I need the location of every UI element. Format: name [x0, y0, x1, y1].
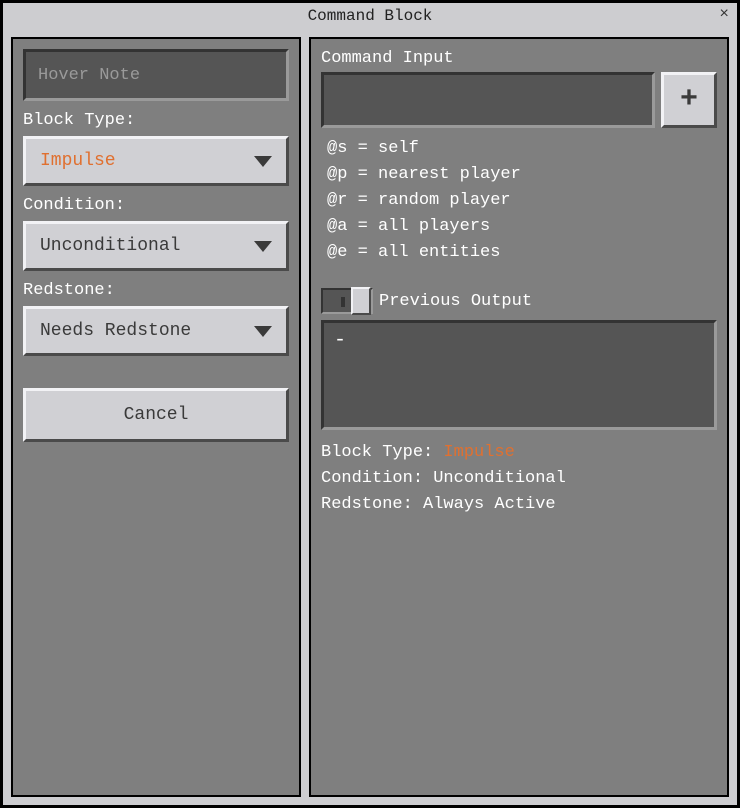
previous-output-row: Previous Output	[321, 288, 717, 314]
command-input[interactable]	[321, 72, 655, 128]
condition-value: Unconditional	[40, 236, 180, 256]
redstone-label: Redstone:	[23, 281, 289, 300]
status-block-type: Block Type: Impulse	[321, 440, 717, 466]
selector-help: @s = self @p = nearest player @r = rando…	[321, 136, 717, 266]
help-line: @s = self	[327, 136, 717, 162]
title-bar: Command Block ×	[3, 3, 737, 29]
redstone-value: Needs Redstone	[40, 321, 191, 341]
chevron-down-icon	[254, 326, 272, 337]
previous-output-box: -	[321, 320, 717, 430]
status-block-type-label: Block Type:	[321, 443, 443, 462]
status-block: Block Type: Impulse Condition: Unconditi…	[321, 440, 717, 518]
condition-label: Condition:	[23, 196, 289, 215]
left-panel: Block Type: Impulse Condition: Unconditi…	[11, 37, 301, 797]
condition-dropdown[interactable]: Unconditional	[23, 221, 289, 271]
help-line: @e = all entities	[327, 240, 717, 266]
status-redstone: Redstone: Always Active	[321, 492, 717, 518]
toggle-handle	[351, 287, 371, 315]
command-input-row: +	[321, 72, 717, 128]
chevron-down-icon	[254, 241, 272, 252]
block-type-value: Impulse	[40, 151, 116, 171]
toggle-dot-icon	[341, 297, 345, 307]
block-type-label: Block Type:	[23, 111, 289, 130]
cancel-label: Cancel	[124, 405, 189, 425]
previous-output-value: -	[334, 329, 346, 352]
help-line: @r = random player	[327, 188, 717, 214]
cancel-button[interactable]: Cancel	[23, 388, 289, 442]
chevron-down-icon	[254, 156, 272, 167]
block-type-dropdown[interactable]: Impulse	[23, 136, 289, 186]
plus-icon: +	[680, 83, 698, 117]
previous-output-label: Previous Output	[379, 292, 532, 311]
right-panel: Command Input + @s = self @p = nearest p…	[309, 37, 729, 797]
help-line: @a = all players	[327, 214, 717, 240]
previous-output-toggle[interactable]	[321, 288, 373, 314]
help-line: @p = nearest player	[327, 162, 717, 188]
redstone-dropdown[interactable]: Needs Redstone	[23, 306, 289, 356]
command-input-label: Command Input	[321, 49, 717, 68]
status-block-type-value: Impulse	[443, 443, 514, 462]
add-command-button[interactable]: +	[661, 72, 717, 128]
status-condition: Condition: Unconditional	[321, 466, 717, 492]
content-area: Block Type: Impulse Condition: Unconditi…	[3, 29, 737, 805]
close-icon[interactable]: ×	[719, 5, 729, 23]
hover-note-input[interactable]	[23, 49, 289, 101]
command-block-window: Command Block × Block Type: Impulse Cond…	[0, 0, 740, 808]
window-title: Command Block	[308, 7, 433, 25]
